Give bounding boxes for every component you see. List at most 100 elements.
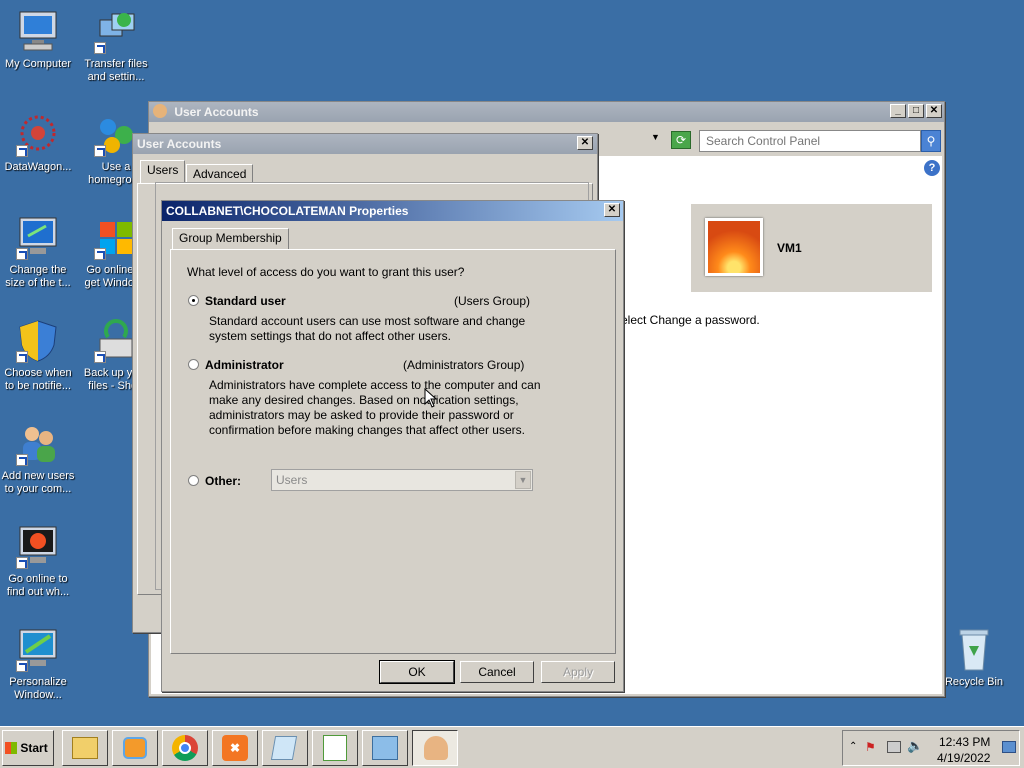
desktop-icon-recycle-bin[interactable]: Recycle Bin xyxy=(936,628,1012,689)
datawagon-icon xyxy=(16,113,60,157)
ok-button[interactable]: OK xyxy=(379,660,455,684)
users-icon xyxy=(424,736,448,760)
standard-user-group: (Users Group) xyxy=(454,294,531,308)
other-label[interactable]: Other: xyxy=(205,474,241,488)
personalize-icon xyxy=(16,628,60,672)
taskbar-chart-app[interactable] xyxy=(312,730,358,766)
desktop-icon-add-users[interactable]: Add new users to your com... xyxy=(0,422,76,496)
shortcut-arrow-icon xyxy=(16,454,28,466)
taskbar-notepad[interactable] xyxy=(262,730,308,766)
notepad-icon xyxy=(270,736,298,760)
taskbar-xampp[interactable]: ✖ xyxy=(212,730,258,766)
close-button[interactable]: ✕ xyxy=(577,136,593,150)
tab-advanced[interactable]: Advanced xyxy=(186,164,254,184)
standard-user-radio[interactable] xyxy=(188,295,199,306)
desktop-icon-label: Go online to find out wh... xyxy=(6,573,70,598)
help-icon[interactable]: ? xyxy=(924,160,940,176)
desktop-icon-uac[interactable]: Choose when to be notifie... xyxy=(0,319,76,393)
desktop-icon-go-online[interactable]: Go online to find out wh... xyxy=(0,525,76,599)
taskbar-user-accounts[interactable] xyxy=(412,730,458,766)
window-title: User Accounts xyxy=(174,105,259,119)
search-icon[interactable]: ⚲ xyxy=(921,130,941,152)
desktop-icon-label: Personalize Window... xyxy=(9,676,67,701)
taskbar-media-player[interactable] xyxy=(112,730,158,766)
other-radio[interactable] xyxy=(188,475,199,486)
start-button[interactable]: Start xyxy=(2,730,54,766)
show-hidden-icons-icon[interactable]: ⌃ xyxy=(849,741,857,752)
desktop-icon-label: Change the size of the t... xyxy=(5,264,71,289)
desktop-icon-change-text-size[interactable]: Change the size of the t... xyxy=(0,216,76,290)
administrator-description: Administrators have complete access to t… xyxy=(209,378,541,437)
media-player-icon xyxy=(123,737,147,759)
shortcut-arrow-icon xyxy=(94,248,106,260)
desktop-icon-label: Choose when to be notifie... xyxy=(4,367,72,392)
group-membership-panel: What level of access do you want to gran… xyxy=(170,249,616,654)
administrator-radio[interactable] xyxy=(188,359,199,370)
shortcut-arrow-icon xyxy=(16,351,28,363)
change-password-hint: elect Change a password. xyxy=(621,313,760,327)
desktop-icon-label: My Computer xyxy=(4,58,72,70)
taskbar: Start ✖ ⌃ ⚑ 🔈 12:43 PM 4/19/2022 xyxy=(0,726,1024,768)
control-panel-titlebar[interactable]: User Accounts _ □ ✕ xyxy=(149,102,944,122)
desktop-icon-personalize[interactable]: Personalize Window... xyxy=(0,628,76,702)
shortcut-arrow-icon xyxy=(16,660,28,672)
close-button[interactable]: ✕ xyxy=(604,203,620,217)
network-icon[interactable] xyxy=(887,741,901,753)
shortcut-arrow-icon xyxy=(16,248,28,260)
windows-online-icon xyxy=(16,525,60,569)
user-picture-flower xyxy=(705,218,763,276)
cancel-button[interactable]: Cancel xyxy=(460,661,534,683)
close-button[interactable]: ✕ xyxy=(926,104,942,118)
other-group-select-value: Users xyxy=(276,473,308,487)
mouse-cursor-icon xyxy=(424,387,438,411)
apply-button[interactable]: Apply xyxy=(541,661,615,683)
transfer-files-icon xyxy=(94,10,138,54)
properties-dialog: COLLABNET\CHOCOLATEMAN Properties ✕ Grou… xyxy=(161,200,624,692)
show-desktop-icon[interactable] xyxy=(1002,741,1016,753)
tab-users[interactable]: Users xyxy=(140,160,186,184)
start-label: Start xyxy=(20,741,48,755)
minimize-button[interactable]: _ xyxy=(890,104,906,118)
desktop-icon-label: Transfer files and settin... xyxy=(84,58,148,83)
xampp-icon: ✖ xyxy=(222,735,248,761)
dropdown-arrow-icon[interactable]: ▼ xyxy=(651,132,663,144)
access-question: What level of access do you want to gran… xyxy=(187,265,465,279)
action-center-flag-icon[interactable]: ⚑ xyxy=(865,740,879,754)
user-tile: VM1 xyxy=(691,204,932,292)
clock-time[interactable]: 12:43 PM xyxy=(939,735,990,749)
chart-app-icon xyxy=(323,735,347,761)
desktop-icon-transfer-files[interactable]: Transfer files and settin... xyxy=(78,10,154,84)
users-icon xyxy=(16,422,60,466)
change-text-size-icon xyxy=(16,216,60,260)
properties-dialog-titlebar[interactable]: COLLABNET\CHOCOLATEMAN Properties ✕ xyxy=(162,201,623,221)
user-accounts-dialog-titlebar[interactable]: User Accounts ✕ xyxy=(133,134,597,154)
recycle-bin-icon xyxy=(952,628,996,672)
shortcut-arrow-icon xyxy=(16,557,28,569)
maximize-button[interactable]: □ xyxy=(908,104,924,118)
shortcut-arrow-icon xyxy=(94,351,106,363)
taskbar-control-panel[interactable] xyxy=(362,730,408,766)
volume-icon[interactable]: 🔈 xyxy=(907,738,923,754)
user-accounts-small-icon xyxy=(153,104,167,118)
chevron-down-icon[interactable]: ▼ xyxy=(515,471,531,489)
taskbar-chrome[interactable] xyxy=(162,730,208,766)
search-input[interactable] xyxy=(699,130,921,152)
desktop-icon-datawagon[interactable]: DataWagon... xyxy=(0,113,76,174)
desktop-icon-label: Add new users to your com... xyxy=(1,470,75,495)
administrator-group: (Administrators Group) xyxy=(403,358,525,372)
refresh-button[interactable]: ⟳ xyxy=(671,131,691,149)
other-group-select[interactable]: Users ▼ xyxy=(271,469,533,491)
clock-date[interactable]: 4/19/2022 xyxy=(937,751,990,765)
my-computer-icon xyxy=(16,10,60,54)
administrator-label[interactable]: Administrator xyxy=(205,358,284,372)
windows-flag-icon xyxy=(5,742,17,754)
taskbar-explorer[interactable] xyxy=(62,730,108,766)
shortcut-arrow-icon xyxy=(94,42,106,54)
desktop-icon-label: DataWagon... xyxy=(4,161,72,173)
desktop-icon-my-computer[interactable]: My Computer xyxy=(0,10,76,71)
tab-group-membership[interactable]: Group Membership xyxy=(172,228,289,250)
folder-icon xyxy=(72,737,98,759)
user-name: VM1 xyxy=(777,241,802,255)
standard-user-label[interactable]: Standard user xyxy=(205,294,286,308)
dialog-title: COLLABNET\CHOCOLATEMAN Properties xyxy=(166,204,409,218)
